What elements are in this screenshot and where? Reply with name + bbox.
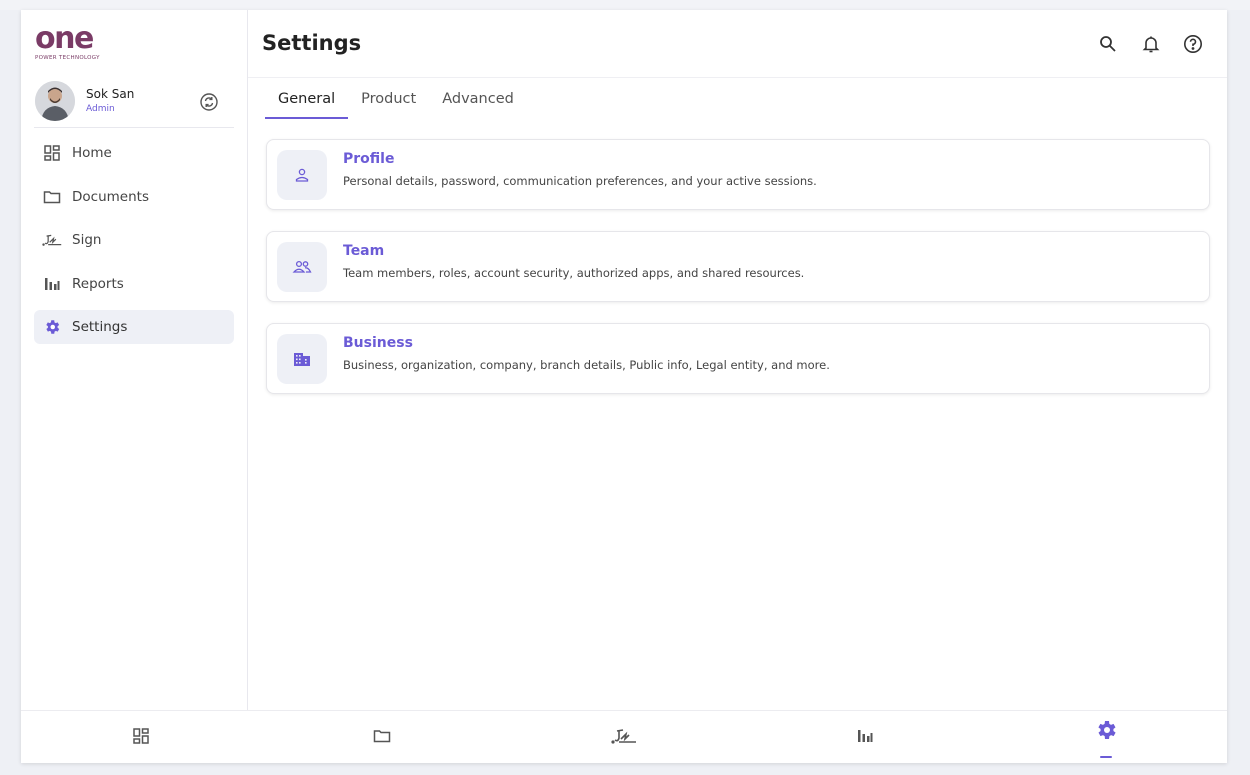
gear-icon	[1094, 718, 1118, 746]
sidebar: one POWER TECHNOLOGY Sok San Admin Home …	[21, 10, 248, 710]
people-icon	[277, 242, 327, 292]
sidebar-item-label: Documents	[72, 188, 149, 205]
bottom-nav-home[interactable]	[111, 711, 171, 764]
card-description: Personal details, password, communicatio…	[343, 174, 817, 188]
settings-tabs: General Product Advanced	[265, 88, 527, 119]
building-icon	[277, 334, 327, 384]
tab-product[interactable]: Product	[348, 88, 429, 119]
sidebar-item-home[interactable]: Home	[34, 136, 234, 170]
signature-icon	[611, 727, 637, 749]
folder-icon	[42, 187, 62, 207]
dashboard-icon	[42, 143, 62, 163]
main-content: Settings General Product Advanced Profil…	[248, 10, 1227, 710]
dashboard-icon	[132, 727, 150, 749]
business-card[interactable]: Business Business, organization, company…	[266, 323, 1210, 394]
help-icon[interactable]	[1183, 34, 1203, 54]
logo-subtext: POWER TECHNOLOGY	[35, 55, 100, 61]
app-window: one POWER TECHNOLOGY Sok San Admin Home …	[21, 10, 1227, 763]
top-strip	[0, 0, 1250, 10]
sidebar-item-documents[interactable]: Documents	[34, 180, 234, 214]
user-name: Sok San	[86, 87, 135, 101]
user-role: Admin	[86, 104, 115, 114]
bottom-nav-sign[interactable]	[594, 711, 654, 764]
brand-logo[interactable]: one POWER TECHNOLOGY	[35, 21, 115, 62]
sidebar-item-label: Settings	[72, 319, 128, 335]
sidebar-item-label: Reports	[72, 275, 124, 292]
sidebar-nav: Home Documents Sign Reports Settings	[34, 136, 234, 354]
bottom-nav-documents[interactable]	[352, 711, 412, 764]
switch-account-icon[interactable]	[199, 92, 219, 112]
sidebar-item-label: Sign	[72, 232, 102, 248]
bottom-nav-settings[interactable]	[1076, 711, 1136, 764]
sidebar-item-reports[interactable]: Reports	[34, 267, 234, 301]
search-icon[interactable]	[1098, 34, 1118, 54]
sidebar-item-label: Home	[72, 145, 112, 161]
bar-chart-icon	[42, 274, 62, 294]
card-description: Business, organization, company, branch …	[343, 358, 830, 372]
person-icon	[277, 150, 327, 200]
gear-icon	[42, 317, 62, 337]
card-title: Profile	[343, 151, 395, 167]
avatar[interactable]	[35, 81, 75, 121]
team-card[interactable]: Team Team members, roles, account securi…	[266, 231, 1210, 302]
signature-icon	[42, 230, 62, 250]
tab-general[interactable]: General	[265, 88, 349, 119]
sidebar-item-sign[interactable]: Sign	[34, 223, 234, 257]
bell-icon[interactable]	[1141, 34, 1161, 54]
logo-text: one	[35, 21, 94, 56]
bottom-nav-reports[interactable]	[835, 711, 895, 764]
card-title: Team	[343, 243, 385, 259]
page-title: Settings	[262, 31, 362, 55]
card-description: Team members, roles, account security, a…	[343, 266, 805, 280]
folder-icon	[373, 727, 391, 749]
page-header: Settings	[248, 10, 1227, 78]
bottom-nav	[21, 710, 1227, 763]
card-title: Business	[343, 335, 413, 351]
sidebar-item-settings[interactable]: Settings	[34, 310, 234, 344]
bar-chart-icon	[856, 727, 874, 749]
user-panel: Sok San Admin	[34, 80, 234, 128]
tab-advanced[interactable]: Advanced	[429, 88, 527, 119]
profile-card[interactable]: Profile Personal details, password, comm…	[266, 139, 1210, 210]
